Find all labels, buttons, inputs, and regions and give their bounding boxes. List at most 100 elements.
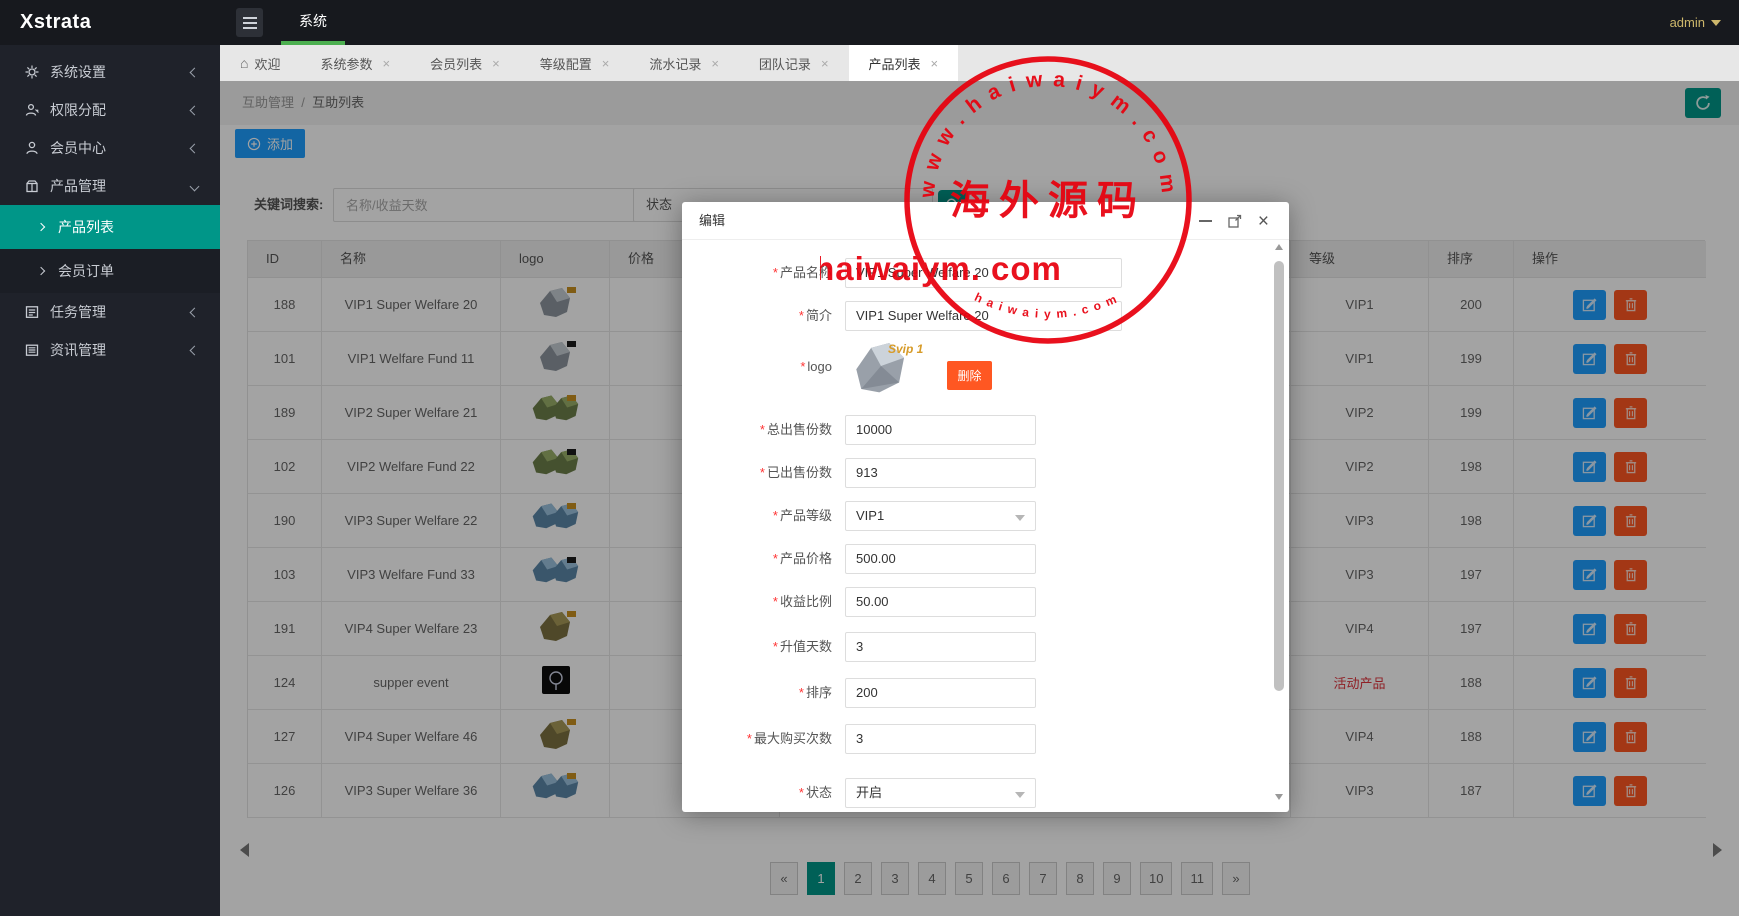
- content-area: 互助管理 / 互助列表 添加 关键词搜索:: [220, 81, 1739, 916]
- permission-icon: [24, 102, 40, 118]
- required-asterisk: *: [773, 508, 778, 523]
- topnav-item-system[interactable]: 系统: [281, 0, 345, 45]
- maximize-icon[interactable]: [1228, 214, 1242, 228]
- sidebar-item-3[interactable]: 产品管理: [0, 167, 220, 205]
- topnav-label: 系统: [299, 13, 327, 29]
- form-row-11: *状态开启: [682, 778, 1289, 808]
- form-row-7: *收益比例 50.00: [682, 587, 1289, 617]
- field-input-0[interactable]: VIP1 Super Welfare 20: [845, 258, 1122, 288]
- tab-label: 系统参数: [320, 54, 372, 73]
- required-asterisk: *: [773, 594, 778, 609]
- chevron-down-icon: [1711, 20, 1721, 26]
- field-label: *总出售份数: [682, 415, 832, 445]
- tab-label: 流水记录: [649, 54, 701, 73]
- sidebar-item-4[interactable]: 任务管理: [0, 293, 220, 331]
- required-asterisk: *: [773, 551, 778, 566]
- field-input-3[interactable]: 10000: [845, 415, 1036, 445]
- form-row-6: *产品价格 500.00: [682, 544, 1289, 574]
- edit-modal: 编辑 × *产品名称VIP1 Super Welfare 20*简介VIP1 S…: [682, 202, 1289, 812]
- field-input-9[interactable]: 200: [845, 678, 1036, 708]
- hamburger-menu-icon[interactable]: [236, 8, 263, 37]
- sidebar-item-label: 任务管理: [50, 302, 106, 322]
- tab-4[interactable]: 流水记录 ×: [629, 45, 739, 81]
- tab-close-icon[interactable]: ×: [931, 57, 939, 70]
- field-label-text: 已出售份数: [767, 465, 832, 480]
- member-icon: [24, 140, 40, 156]
- active-menu-underline: [281, 41, 345, 45]
- app-window: Xstrata 系统 admin 系统设置权限分配会员中心产品管理产品列表会员订…: [0, 0, 1739, 916]
- tab-5[interactable]: 团队记录 ×: [739, 45, 849, 81]
- sidebar-item-1[interactable]: 权限分配: [0, 91, 220, 129]
- sidebar-item-label: 权限分配: [50, 100, 106, 120]
- select-caret-icon: [1015, 515, 1025, 521]
- field-label-text: logo: [807, 359, 832, 374]
- field-label: *收益比例: [682, 587, 832, 617]
- form-row-4: *已出售份数 913: [682, 458, 1289, 488]
- field-label: *升值天数: [682, 632, 832, 662]
- chevron-down-icon: [190, 181, 200, 191]
- form-row-10: *最大购买次数3: [682, 724, 1289, 754]
- chevron-left-icon: [190, 143, 200, 153]
- field-label: *产品等级: [682, 501, 832, 531]
- product-icon: [24, 178, 40, 194]
- scrollbar-down-arrow-icon[interactable]: [1275, 794, 1283, 800]
- modal-header: 编辑 ×: [682, 202, 1289, 240]
- field-input-6[interactable]: 500.00: [845, 544, 1036, 574]
- tab-label: 团队记录: [759, 54, 811, 73]
- tab-label: 欢迎: [254, 54, 280, 73]
- field-label-text: 产品等级: [780, 508, 832, 523]
- sidebar-subitem-1[interactable]: 会员订单: [0, 249, 220, 293]
- close-icon[interactable]: ×: [1258, 212, 1269, 231]
- user-menu[interactable]: admin: [1670, 0, 1721, 45]
- field-input-4[interactable]: 913: [845, 458, 1036, 488]
- sidebar-item-label: 产品管理: [50, 176, 106, 196]
- tab-close-icon[interactable]: ×: [821, 57, 829, 70]
- logo-delete-button[interactable]: 删除: [947, 361, 992, 390]
- home-icon: ⌂: [240, 55, 248, 71]
- field-input-8[interactable]: 3: [845, 632, 1036, 662]
- form-row-8: *升值天数 3: [682, 632, 1289, 662]
- field-label-text: 产品价格: [780, 551, 832, 566]
- chevron-left-icon: [190, 67, 200, 77]
- field-input-1[interactable]: VIP1 Super Welfare 20: [845, 301, 1122, 331]
- tab-close-icon[interactable]: ×: [383, 57, 391, 70]
- field-label-text: 排序: [806, 685, 832, 700]
- tab-0[interactable]: ⌂ 欢迎: [220, 45, 300, 81]
- scrollbar-up-arrow-icon[interactable]: [1275, 244, 1283, 250]
- field-label-text: 简介: [806, 308, 832, 323]
- tab-2[interactable]: 会员列表×: [410, 45, 520, 81]
- required-asterisk: *: [760, 465, 765, 480]
- sidebar-item-label: 系统设置: [50, 62, 106, 82]
- required-asterisk: *: [799, 308, 804, 323]
- required-asterisk: *: [760, 422, 765, 437]
- field-select-11[interactable]: 开启: [845, 778, 1036, 808]
- top-bar: Xstrata 系统 admin: [0, 0, 1739, 45]
- chevron-right-icon: [37, 223, 45, 231]
- sidebar-item-0[interactable]: 系统设置: [0, 53, 220, 91]
- field-select-5[interactable]: VIP1: [845, 501, 1036, 531]
- tab-close-icon[interactable]: ×: [711, 57, 719, 70]
- field-label: *简介: [682, 301, 832, 331]
- tab-1[interactable]: 系统参数 ×: [300, 45, 410, 81]
- form-row-9: *排序200: [682, 678, 1289, 708]
- minimize-icon[interactable]: [1199, 220, 1212, 222]
- form-row-3: *总出售份数 10000: [682, 415, 1289, 445]
- tab-3[interactable]: 等级配置 ×: [520, 45, 630, 81]
- field-label: *logo: [682, 352, 832, 382]
- required-asterisk: *: [800, 359, 805, 374]
- sidebar-subitem-0[interactable]: 产品列表: [0, 205, 220, 249]
- tab-6[interactable]: 产品列表×: [849, 45, 959, 81]
- scrollbar-thumb[interactable]: [1274, 261, 1284, 691]
- tab-close-icon[interactable]: ×: [492, 57, 500, 70]
- field-input-10[interactable]: 3: [845, 724, 1036, 754]
- select-caret-icon: [1015, 792, 1025, 798]
- field-label-text: 产品名称: [780, 265, 832, 280]
- form-row-1: *简介 VIP1 Super Welfare 20: [682, 301, 1289, 331]
- logo-gold-tag: Svip 1: [888, 342, 923, 356]
- tab-label: 等级配置: [540, 54, 592, 73]
- tab-close-icon[interactable]: ×: [602, 57, 610, 70]
- field-input-7[interactable]: 50.00: [845, 587, 1036, 617]
- sidebar-item-2[interactable]: 会员中心: [0, 129, 220, 167]
- sidebar-item-5[interactable]: 资讯管理: [0, 331, 220, 369]
- sidebar: 系统设置权限分配会员中心产品管理产品列表会员订单任务管理资讯管理: [0, 45, 220, 916]
